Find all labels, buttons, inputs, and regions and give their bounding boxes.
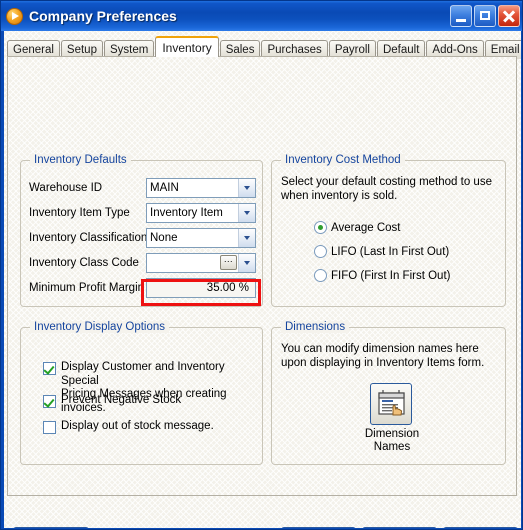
group-legend: Inventory Display Options: [30, 321, 170, 333]
tab-label: Default: [382, 44, 420, 56]
field-label: Inventory Classification: [29, 231, 148, 244]
radio-option-average-cost[interactable]: Average Cost: [314, 219, 400, 236]
combo-value: Inventory Item: [150, 206, 223, 219]
field-value: 35.00 %: [206, 281, 249, 294]
field-label: Inventory Class Code: [29, 256, 139, 269]
cancel-button[interactable]: Cancel: [362, 527, 437, 528]
tab-label: System: [109, 44, 149, 56]
combo-value: MAIN: [150, 181, 179, 194]
inventory-classification-combo[interactable]: None: [146, 227, 256, 248]
warehouse-id-combo[interactable]: MAIN: [146, 177, 256, 198]
company-preferences-window: Company Preferences General Setup System…: [0, 0, 523, 530]
tab-label: Inventory: [162, 41, 212, 55]
window-title: Company Preferences: [29, 8, 177, 24]
inventory-item-type-combo[interactable]: Inventory Item: [146, 202, 256, 223]
dimension-form-hand-icon: [378, 390, 405, 416]
tab-label: General: [13, 44, 54, 56]
checkbox[interactable]: [43, 362, 56, 375]
tab-label: Purchases: [267, 44, 322, 56]
radio-button[interactable]: [314, 269, 327, 282]
radio-button[interactable]: [314, 221, 327, 234]
checkbox-option-out-of-stock-message[interactable]: Display out of stock message.: [43, 420, 214, 434]
tab-label: Setup: [66, 44, 97, 56]
dimension-names-caption: Dimension Names: [364, 428, 420, 453]
checkbox-label: Display out of stock message.: [61, 420, 214, 432]
checkbox-option-prevent-negative-stock[interactable]: Prevent Negative Stock: [43, 394, 181, 408]
field-row-inventory-classification: Inventory Classification None: [29, 227, 257, 248]
chevron-down-icon[interactable]: [238, 203, 255, 222]
maximize-button[interactable]: [474, 5, 496, 27]
field-row-inventory-class-code: Inventory Class Code ...: [29, 252, 257, 273]
radio-label: FIFO (First In First Out): [331, 269, 451, 282]
dimension-names-button[interactable]: [370, 383, 412, 425]
field-row-minimum-profit-margin: Minimum Profit Margin 35.00 %: [29, 277, 257, 298]
minimum-profit-margin-input[interactable]: 35.00 %: [146, 277, 256, 298]
group-legend: Inventory Defaults: [30, 154, 131, 166]
tab-inventory[interactable]: Inventory: [155, 36, 219, 57]
group-legend: Inventory Cost Method: [281, 154, 405, 166]
field-label: Minimum Profit Margin: [29, 281, 145, 294]
title-bar: Company Preferences: [1, 1, 522, 31]
tab-label: Payroll: [334, 44, 370, 56]
app-orb-icon: [6, 7, 23, 25]
combo-value: None: [150, 231, 178, 244]
apply-button[interactable]: Apply: [443, 527, 518, 528]
dimensions-description: You can modify dimension names here upon…: [281, 343, 485, 369]
inventory-tab-page: Inventory Defaults Warehouse ID MAIN Inv…: [7, 56, 517, 496]
radio-option-fifo[interactable]: FIFO (First In First Out): [314, 267, 450, 284]
chevron-down-icon[interactable]: [238, 228, 255, 247]
tab-strip: General Setup System Inventory Sales Pur…: [7, 35, 521, 59]
checkbox-label: Prevent Negative Stock: [61, 394, 182, 406]
checkbox[interactable]: [43, 421, 56, 434]
field-label: Warehouse ID: [29, 181, 103, 194]
cost-method-description: Select your default costing method to us…: [281, 176, 492, 202]
radio-option-lifo[interactable]: LIFO (Last In First Out): [314, 243, 449, 260]
tab-label: Add-Ons: [432, 44, 478, 56]
dimensions-group: Dimensions You can modify dimension name…: [271, 321, 506, 465]
window-client-area: General Setup System Inventory Sales Pur…: [4, 31, 521, 528]
chevron-down-icon[interactable]: [238, 253, 255, 272]
field-row-warehouse-id: Warehouse ID MAIN: [29, 177, 257, 198]
group-legend: Dimensions: [281, 321, 350, 333]
inventory-display-options-group: Inventory Display Options Display Custom…: [20, 321, 263, 465]
field-label: Inventory Item Type: [29, 206, 130, 219]
radio-button[interactable]: [314, 245, 327, 258]
radio-label: Average Cost: [331, 221, 401, 234]
chevron-down-icon[interactable]: [238, 178, 255, 197]
tab-label: Sales: [225, 44, 255, 56]
minimize-button[interactable]: [450, 5, 472, 27]
inventory-class-code-combo[interactable]: ...: [146, 252, 256, 273]
inventory-defaults-group: Inventory Defaults Warehouse ID MAIN Inv…: [20, 154, 263, 307]
radio-label: LIFO (Last In First Out): [331, 245, 450, 258]
ok-button[interactable]: OK: [281, 527, 356, 528]
tab-label: Email Setup: [490, 44, 521, 56]
checkbox[interactable]: [43, 395, 56, 408]
browse-ellipsis-button[interactable]: ...: [220, 255, 237, 270]
field-row-inventory-item-type: Inventory Item Type Inventory Item: [29, 202, 257, 223]
f1-help-button[interactable]: ? F1 - Help: [13, 527, 89, 528]
close-button[interactable]: [498, 5, 520, 27]
inventory-cost-method-group: Inventory Cost Method Select your defaul…: [271, 154, 506, 307]
